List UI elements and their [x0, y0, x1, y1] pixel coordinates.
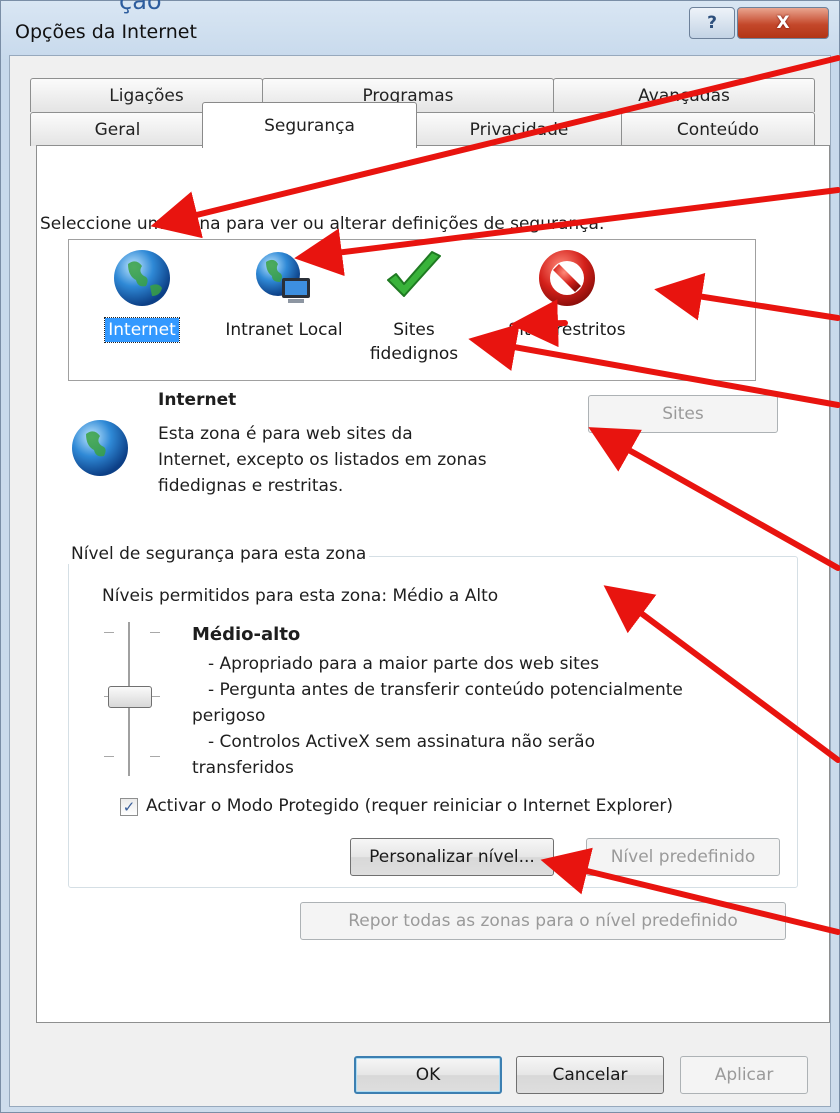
- zone-trusted-label: Sites fidedignos: [369, 320, 459, 364]
- allowed-levels-text: Níveis permitidos para esta zona: Médio …: [102, 586, 499, 606]
- check-icon: ✓: [122, 798, 136, 816]
- close-icon: X: [776, 13, 790, 33]
- zone-large-globe-icon: [68, 416, 132, 480]
- window-title: Opções da Internet: [15, 21, 197, 43]
- zone-desc-line-1: Esta zona é para web sites da: [158, 424, 413, 444]
- intranet-globe-icon: [252, 246, 316, 310]
- zone-desc-line-3: fidedignas e restritas.: [158, 476, 344, 496]
- help-icon: ?: [707, 13, 717, 33]
- no-entry-icon: [535, 246, 599, 310]
- tab-geral[interactable]: Geral: [30, 112, 205, 146]
- level-desc-line-3: perigoso: [192, 706, 266, 726]
- cancel-button[interactable]: Cancelar: [516, 1056, 664, 1094]
- slider-tick: [104, 632, 114, 633]
- zone-list: Internet Intranet Local Sites fidedignos…: [68, 239, 756, 381]
- slider-tick: [104, 756, 114, 757]
- zone-internet-label: Internet: [104, 317, 180, 343]
- help-button[interactable]: ?: [689, 7, 735, 39]
- zone-desc-line-2: Internet, excepto os listados em zonas: [158, 450, 487, 470]
- tab-avancadas[interactable]: Avançadas: [553, 78, 815, 112]
- zone-intranet-local[interactable]: Intranet Local: [219, 246, 349, 342]
- level-desc-line-5: transferidos: [192, 758, 294, 778]
- zone-restricted-label: Sites restritos: [508, 320, 626, 340]
- internet-options-window: ção Opções da Internet ? X Ligações Prog…: [0, 0, 840, 1113]
- apply-button[interactable]: Aplicar: [680, 1056, 808, 1094]
- default-level-button[interactable]: Nível predefinido: [586, 838, 780, 876]
- slider-tick: [150, 756, 160, 757]
- ok-button[interactable]: OK: [354, 1056, 502, 1094]
- protected-mode-label[interactable]: Activar o Modo Protegido (requer reinici…: [146, 796, 673, 816]
- level-name: Médio-alto: [192, 624, 301, 645]
- background-title-fragment: ção: [119, 0, 162, 15]
- security-level-slider-thumb[interactable]: [108, 686, 152, 708]
- level-desc-line-4: - Controlos ActiveX sem assinatura não s…: [208, 732, 595, 752]
- zone-trusted-sites[interactable]: Sites fidedignos: [359, 246, 469, 366]
- level-desc-line-2: - Pergunta antes de transferir conteúdo …: [208, 680, 683, 700]
- sites-button[interactable]: Sites: [588, 395, 778, 433]
- zone-title: Internet: [158, 390, 237, 410]
- dialog-client-area: Ligações Programas Avançadas Geral Segur…: [9, 55, 831, 1107]
- close-button[interactable]: X: [737, 7, 829, 39]
- title-bar[interactable]: ção Opções da Internet ? X: [1, 0, 839, 63]
- checkmark-icon: [382, 246, 446, 310]
- globe-icon: [110, 246, 174, 310]
- custom-level-button[interactable]: Personalizar nível...: [350, 838, 554, 876]
- tab-seguranca[interactable]: Segurança: [202, 102, 417, 148]
- reset-all-zones-button[interactable]: Repor todas as zonas para o nível predef…: [300, 902, 786, 940]
- slider-tick: [150, 632, 160, 633]
- zone-intranet-label: Intranet Local: [225, 320, 343, 340]
- tab-privacidade[interactable]: Privacidade: [414, 112, 624, 146]
- zone-restricted-sites[interactable]: Sites restritos: [497, 246, 637, 342]
- security-level-group-title: Nível de segurança para esta zona: [68, 544, 370, 564]
- zone-prompt: Seleccione uma zona para ver ou alterar …: [40, 214, 605, 234]
- tab-conteudo[interactable]: Conteúdo: [621, 112, 815, 146]
- level-desc-line-1: - Apropriado para a maior parte dos web …: [208, 654, 600, 674]
- protected-mode-checkbox[interactable]: ✓: [120, 798, 138, 816]
- zone-internet[interactable]: Internet: [77, 246, 207, 343]
